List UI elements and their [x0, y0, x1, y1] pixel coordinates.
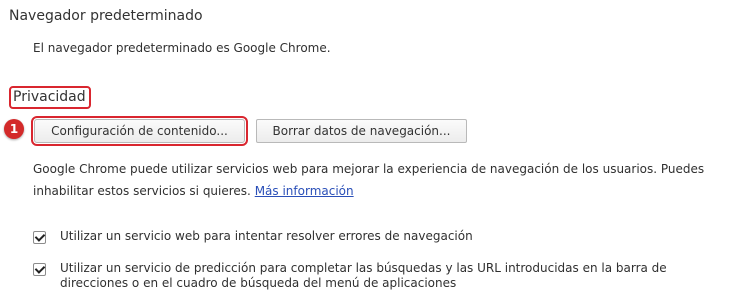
prediction-service-label: Utilizar un servicio de predicción para … [60, 261, 667, 290]
privacy-description-text: Google Chrome puede utilizar servicios w… [33, 162, 705, 198]
clear-browsing-data-button[interactable]: Borrar datos de navegación... [256, 119, 467, 143]
prediction-service-checkbox[interactable] [33, 263, 46, 276]
option-navigation-errors[interactable]: Utilizar un servicio web para intentar r… [33, 229, 473, 244]
option-prediction-service[interactable]: Utilizar un servicio de predicción para … [33, 261, 733, 291]
navigation-errors-label: Utilizar un servicio web para intentar r… [60, 229, 473, 243]
default-browser-status: El navegador predeterminado es Google Ch… [33, 41, 331, 55]
step-number-badge: 1 [4, 119, 24, 139]
content-settings-button[interactable]: Configuración de contenido... [31, 116, 248, 146]
navigation-errors-checkbox[interactable] [33, 231, 46, 244]
privacy-description: Google Chrome puede utilizar servicios w… [33, 158, 739, 202]
privacy-heading: Privacidad [9, 86, 91, 109]
default-browser-heading: Navegador predeterminado [9, 8, 203, 24]
more-info-link[interactable]: Más información [255, 184, 354, 198]
